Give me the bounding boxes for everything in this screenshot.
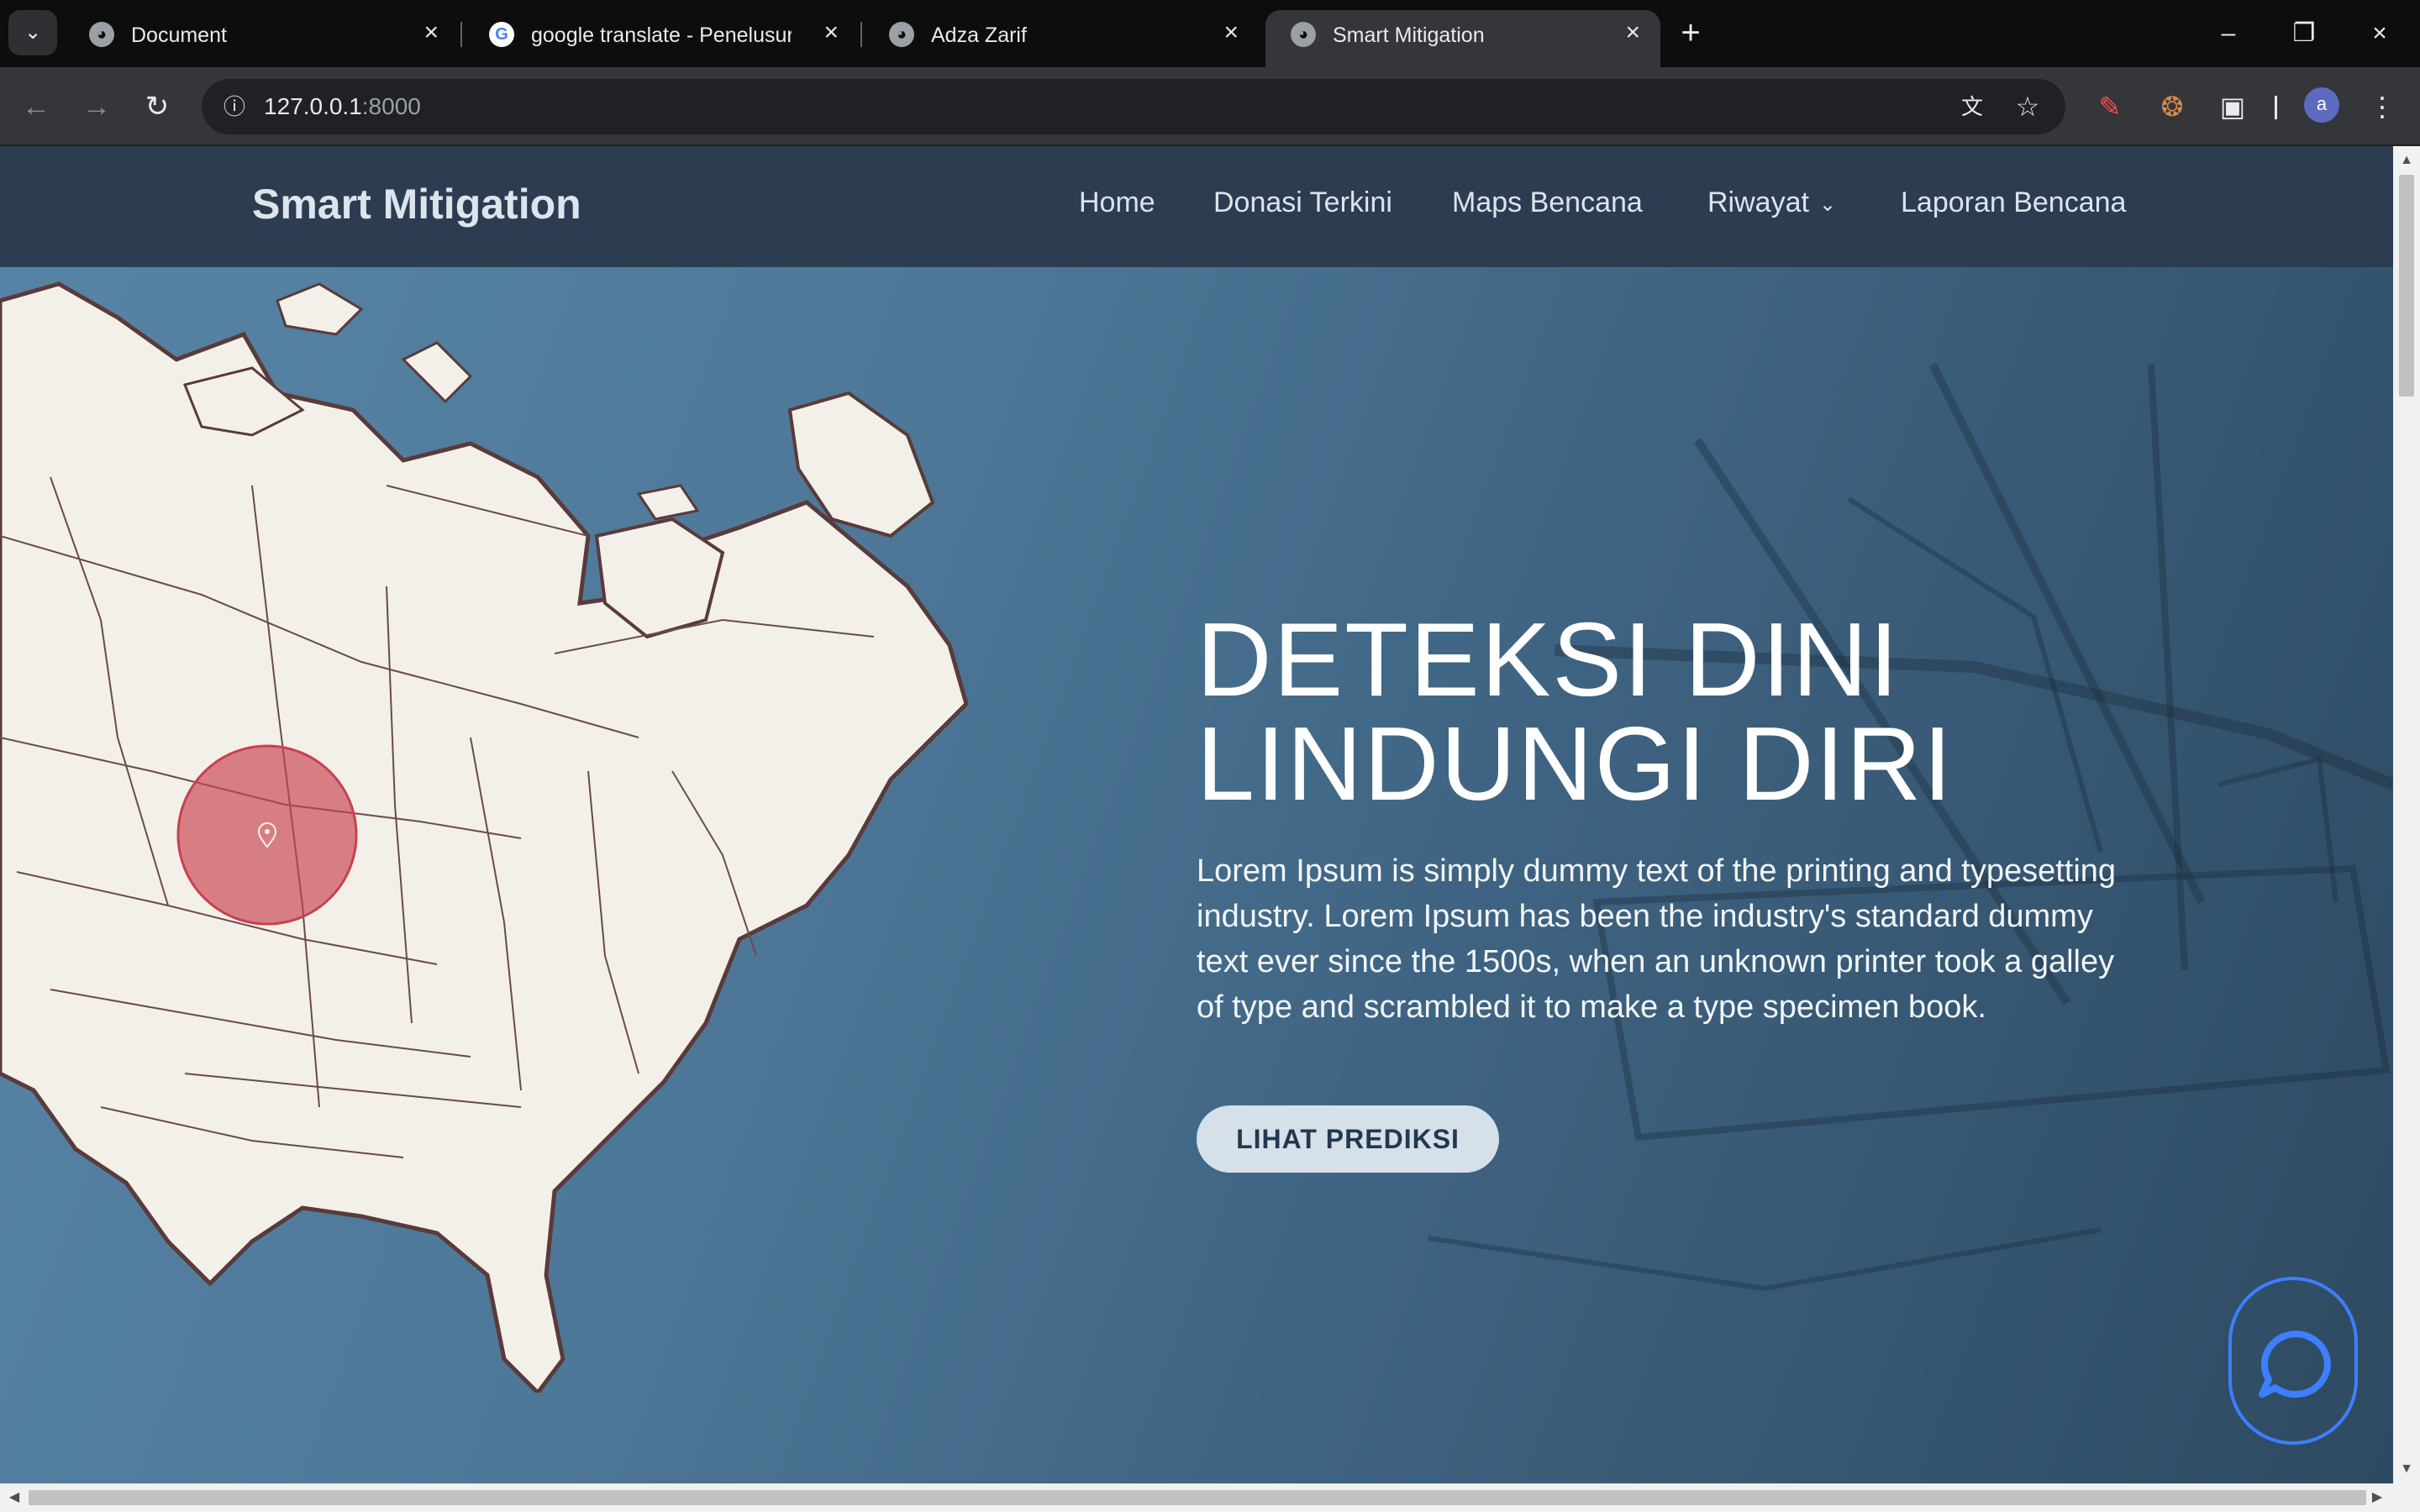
hero-title-line-1: DETEKSI DINI: [1197, 602, 1901, 718]
plus-icon[interactable]: +: [1670, 13, 1711, 54]
tab-title: google translate - Penelusuran Google: [531, 24, 792, 47]
tab-document[interactable]: ◕ Document ×: [64, 10, 459, 67]
close-icon[interactable]: ×: [1625, 18, 1640, 47]
restore-icon[interactable]: ❐: [2279, 15, 2329, 52]
back-icon[interactable]: ←: [15, 86, 57, 128]
close-icon[interactable]: ×: [1223, 18, 1239, 47]
tab-search-icon[interactable]: ⌄: [8, 10, 57, 55]
nav-riwayat-dropdown[interactable]: Riwayat ⌄: [1707, 186, 1836, 219]
tab-google-translate[interactable]: G google translate - Penelusuran Google …: [464, 10, 859, 67]
tab-divider: [860, 22, 862, 47]
window-close-icon[interactable]: ×: [2354, 15, 2405, 52]
tab-title: Document: [131, 24, 227, 47]
close-icon[interactable]: ×: [424, 18, 439, 47]
globe-icon: ◕: [1291, 22, 1316, 47]
translate-icon[interactable]: 文: [1953, 87, 1991, 126]
hero-title: DETEKSI DINI LINDUNGI DIRI: [1197, 608, 1954, 816]
lihat-prediksi-button[interactable]: LIHAT PREDIKSI: [1197, 1105, 1499, 1173]
toolbar-divider: [2275, 96, 2277, 119]
cookie-icon[interactable]: ❂: [2151, 86, 2193, 128]
tab-title: Smart Mitigation: [1333, 24, 1485, 47]
scroll-left-icon[interactable]: ◀: [3, 1487, 25, 1509]
chat-button[interactable]: [2228, 1277, 2358, 1445]
hero-title-line-2: LINDUNGI DIRI: [1197, 706, 1954, 822]
vertical-scrollbar[interactable]: ▲ ▼: [2393, 146, 2420, 1483]
vertical-scroll-thumb[interactable]: [2399, 175, 2414, 396]
page-viewport: DETEKSI DINI LINDUNGI DIRI Lorem Ipsum i…: [0, 146, 2393, 1483]
scroll-down-icon[interactable]: ▼: [2393, 1458, 2420, 1480]
menu-icon[interactable]: ⋮: [2361, 86, 2403, 128]
chat-icon: [2259, 1331, 2331, 1398]
profile-avatar[interactable]: a: [2304, 87, 2339, 123]
nav-laporan-bencana[interactable]: Laporan Bencana: [1901, 186, 2126, 219]
scroll-up-icon[interactable]: ▲: [2393, 150, 2420, 171]
reload-icon[interactable]: ↻: [136, 86, 178, 128]
horizontal-scrollbar[interactable]: ◀ ▶: [0, 1483, 2420, 1512]
scroll-right-icon[interactable]: ▶: [2366, 1487, 2388, 1509]
horizontal-scroll-thumb[interactable]: [29, 1490, 2366, 1505]
minimize-icon[interactable]: –: [2203, 15, 2254, 52]
url-text: 127.0.0.1:8000: [264, 93, 421, 120]
globe-icon: ◕: [889, 22, 914, 47]
address-bar[interactable]: ⓘ 127.0.0.1:8000 文 ☆: [202, 79, 2065, 134]
tab-divider: [460, 22, 462, 47]
google-icon: G: [489, 22, 514, 47]
hero-section: DETEKSI DINI LINDUNGI DIRI Lorem Ipsum i…: [0, 146, 2393, 1483]
nav-riwayat-label: Riwayat: [1707, 186, 1809, 218]
tab-strip: ⌄ ◕ Document × G google translate - Pene…: [0, 0, 2420, 67]
tab-smart-mitigation[interactable]: ◕ Smart Mitigation ×: [1265, 10, 1660, 67]
tab-adza-zarif[interactable]: ◕ Adza Zarif ×: [864, 10, 1259, 67]
url-host: 127.0.0.1: [264, 93, 362, 119]
puzzle-icon[interactable]: ▣: [2212, 86, 2254, 128]
close-icon[interactable]: ×: [823, 18, 839, 47]
brand-logo[interactable]: Smart Mitigation: [252, 180, 581, 228]
chevron-down-icon: ⌄: [1818, 192, 1837, 216]
risk-zone-marker[interactable]: [176, 744, 358, 926]
site-navbar: Smart Mitigation Home Donasi Terkini Map…: [0, 146, 2393, 267]
star-icon[interactable]: ☆: [2008, 87, 2047, 126]
extension-icon[interactable]: ✎: [2089, 86, 2131, 128]
north-america-map: [0, 281, 969, 1393]
hero-description: Lorem Ipsum is simply dummy text of the …: [1197, 853, 2117, 1025]
forward-icon[interactable]: →: [76, 86, 118, 128]
site-info-icon[interactable]: ⓘ: [213, 86, 255, 128]
url-port: :8000: [361, 93, 421, 119]
tab-title: Adza Zarif: [931, 24, 1027, 47]
nav-donasi-terkini[interactable]: Donasi Terkini: [1213, 186, 1392, 219]
globe-icon: ◕: [89, 22, 114, 47]
browser-toolbar: ← → ↻ ⓘ 127.0.0.1:8000 文 ☆ ✎ ❂ ▣ ⋮: [0, 67, 2420, 146]
nav-maps-bencana[interactable]: Maps Bencana: [1452, 186, 1643, 219]
nav-home[interactable]: Home: [1079, 186, 1155, 219]
